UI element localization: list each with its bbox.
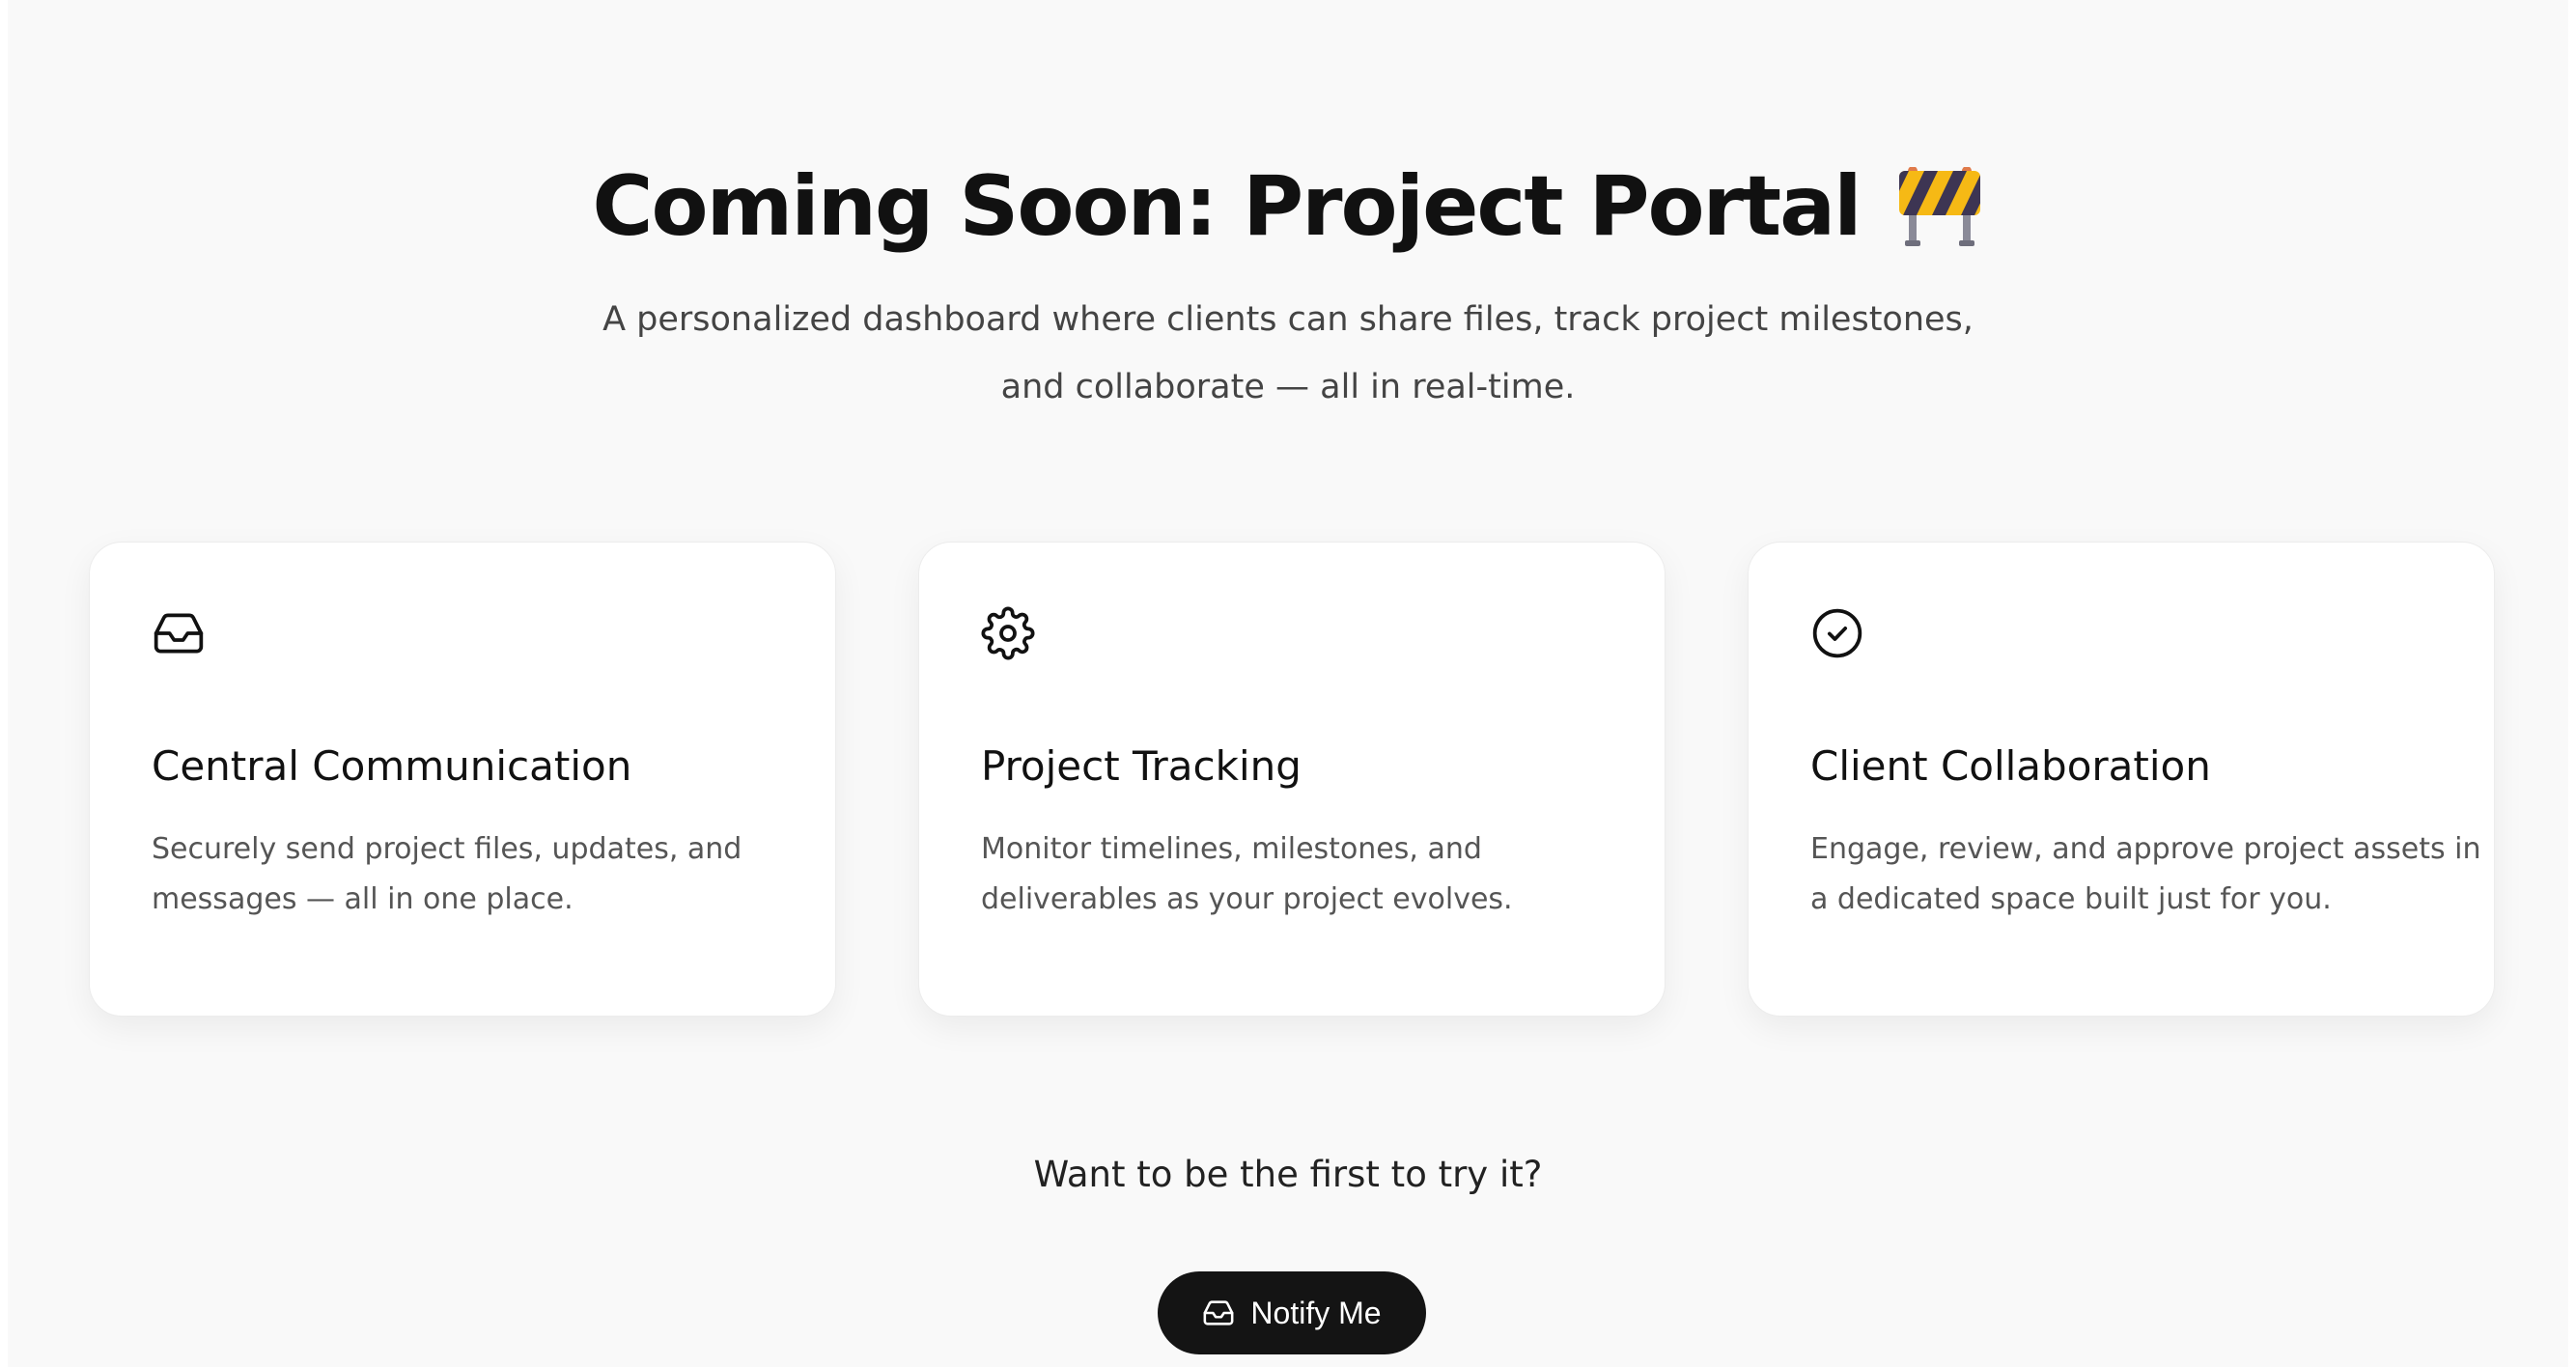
card-description: Engage, review, and approve project asse… <box>1810 824 2481 925</box>
notify-me-button[interactable]: Notify Me <box>1158 1271 1426 1354</box>
notify-me-button-label: Notify Me <box>1250 1295 1382 1330</box>
page-subtitle: A personalized dashboard where clients c… <box>8 286 2568 421</box>
card-description: Monitor timelines, milestones, and deliv… <box>981 824 1618 925</box>
feature-card-central-communication: Central Communication Securely send proj… <box>89 542 836 1017</box>
inbox-icon <box>154 613 204 654</box>
feature-card-project-tracking: Project Tracking Monitor timelines, mile… <box>918 542 1666 1017</box>
card-description-line-2: deliverables as your project evolves. <box>981 882 1513 916</box>
card-description-line-1: Engage, review, and approve project asse… <box>1810 832 2481 866</box>
subtitle-line-1: A personalized dashboard where clients c… <box>602 300 1974 339</box>
card-description-line-2: a dedicated space built just for you. <box>1810 882 2332 916</box>
construction-barrier-icon <box>1898 166 1980 246</box>
page-title-text: Coming Soon: Project Portal <box>592 157 1862 255</box>
coming-soon-page: Coming Soon: Project Portal A personaliz… <box>8 0 2568 1367</box>
gear-icon <box>981 606 1035 660</box>
card-description-line-1: Monitor timelines, milestones, and <box>981 832 1482 866</box>
check-circle-icon <box>1812 608 1862 658</box>
inbox-icon <box>1203 1300 1234 1325</box>
feature-card-client-collaboration: Client Collaboration Engage, review, and… <box>1748 542 2495 1017</box>
cta-prompt: Want to be the first to try it? <box>1033 1154 1543 1195</box>
card-description-line-2: messages — all in one place. <box>152 882 574 916</box>
card-title: Central Communication <box>152 742 632 790</box>
card-description: Securely send project files, updates, an… <box>152 824 789 925</box>
page-title: Coming Soon: Project Portal <box>8 143 2568 265</box>
card-title: Client Collaboration <box>1810 742 2211 790</box>
card-description-line-1: Securely send project files, updates, an… <box>152 832 742 866</box>
subtitle-line-2: and collaborate — all in real-time. <box>1000 368 1576 406</box>
card-title: Project Tracking <box>981 742 1302 790</box>
